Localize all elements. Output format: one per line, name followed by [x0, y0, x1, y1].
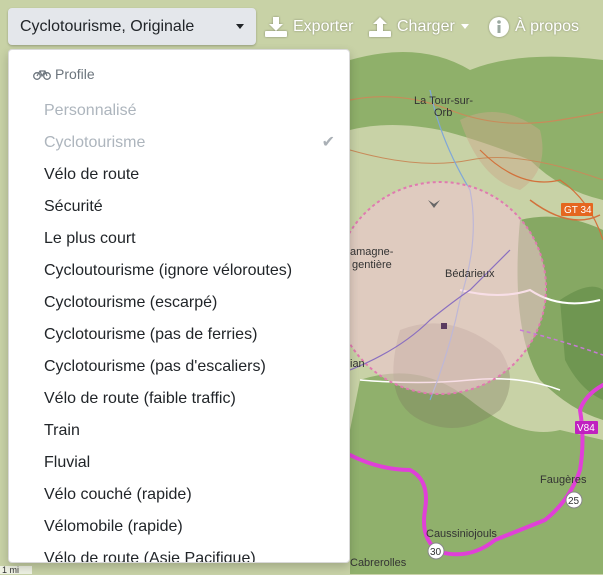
option-label: Sécurité — [44, 198, 103, 215]
option-label: Le plus court — [44, 230, 136, 247]
export-button[interactable]: Exporter — [265, 8, 353, 45]
option-label: Vélomobile (rapide) — [44, 518, 183, 535]
info-icon — [489, 16, 509, 37]
map-label-town: La Tour-sur- — [414, 95, 473, 107]
option-label: Cycloutourisme (ignore véloroutes) — [44, 262, 293, 279]
bicycle-icon — [33, 69, 51, 80]
option-label: Vélo de route (faible traffic) — [44, 390, 236, 407]
option-label: Cyclotourisme (pas de ferries) — [44, 326, 258, 343]
chevron-down-icon — [236, 24, 244, 29]
profile-option-ignore-veloroutes[interactable]: Cycloutourisme (ignore véloroutes) — [9, 255, 349, 287]
map-label-ian: ian — [350, 358, 365, 370]
map-label-cabrerolles: Cabrerolles — [350, 557, 407, 569]
download-icon — [265, 16, 287, 37]
option-label: Train — [44, 422, 80, 439]
option-label: Vélo couché (rapide) — [44, 486, 192, 503]
option-label: Fluvial — [44, 454, 91, 471]
map-label-caussiniojouls: Caussiniojouls — [426, 528, 497, 540]
map-badge-gt34: GT 34 — [564, 205, 592, 216]
profile-option-fluvial[interactable]: Fluvial — [9, 447, 349, 479]
profile-option-velomobile[interactable]: Vélomobile (rapide) — [9, 511, 349, 543]
chevron-down-icon — [460, 24, 469, 29]
load-dropdown-button[interactable]: Charger — [369, 8, 469, 45]
profile-option-faible-traffic[interactable]: Vélo de route (faible traffic) — [9, 383, 349, 415]
option-label: Personnalisé — [44, 102, 137, 119]
profile-option-pas-descaliers[interactable]: Cyclotourisme (pas d'escaliers) — [9, 351, 349, 383]
profile-option-asie-pacifique[interactable]: Vélo de route (Asie Pacifique) — [9, 543, 349, 563]
map-badge-v84: V84 — [577, 423, 595, 434]
option-label: Vélo de route (Asie Pacifique) — [44, 550, 256, 563]
option-label: Cyclotourisme — [44, 134, 146, 151]
profile-option-personnalise[interactable]: Personnalisé — [9, 95, 349, 127]
toolbar: Cyclotourisme, Originale Exporter Charge… — [0, 0, 603, 54]
profile-option-cyclotourisme[interactable]: Cyclotourisme ✔ — [9, 127, 349, 159]
profile-option-train[interactable]: Train — [9, 415, 349, 447]
profile-option-le-plus-court[interactable]: Le plus court — [9, 223, 349, 255]
map-label-town-b: Orb — [434, 107, 452, 119]
about-button[interactable]: À propos — [489, 8, 579, 45]
upload-icon — [369, 16, 391, 37]
checkmark-icon: ✔ — [321, 134, 335, 151]
profile-option-escarpe[interactable]: Cyclotourisme (escarpé) — [9, 287, 349, 319]
map-badge-30: 30 — [430, 547, 442, 558]
profile-select[interactable]: Cyclotourisme, Originale — [8, 8, 256, 45]
profile-option-velo-couche[interactable]: Vélo couché (rapide) — [9, 479, 349, 511]
map-scale: 1 mi — [0, 566, 32, 575]
option-label: Cyclotourisme (pas d'escaliers) — [44, 358, 266, 375]
dropdown-header: Profile — [33, 66, 95, 82]
option-label: Vélo de route — [44, 166, 140, 183]
profile-option-pas-de-ferries[interactable]: Cyclotourisme (pas de ferries) — [9, 319, 349, 351]
export-label: Exporter — [293, 17, 354, 35]
option-label: Cyclotourisme (escarpé) — [44, 294, 218, 311]
about-label: À propos — [515, 17, 580, 35]
profile-option-securite[interactable]: Sécurité — [9, 191, 349, 223]
map-label-gentiere: gentière — [352, 259, 392, 271]
map-label-lamagne: amagne- — [350, 246, 394, 258]
map-badge-25: 25 — [568, 496, 580, 507]
profile-dropdown-menu: Profile Personnalisé Cyclotourisme ✔ Vélo… — [8, 49, 350, 563]
profile-option-velo-de-route[interactable]: Vélo de route — [9, 159, 349, 191]
map-label-bedarieux: Bédarieux — [445, 268, 495, 280]
map-label-faugeres: Faugères — [540, 474, 587, 486]
dropdown-header-label: Profile — [55, 66, 95, 82]
profile-select-value: Cyclotourisme, Originale — [20, 17, 195, 35]
load-label: Charger — [397, 17, 455, 35]
